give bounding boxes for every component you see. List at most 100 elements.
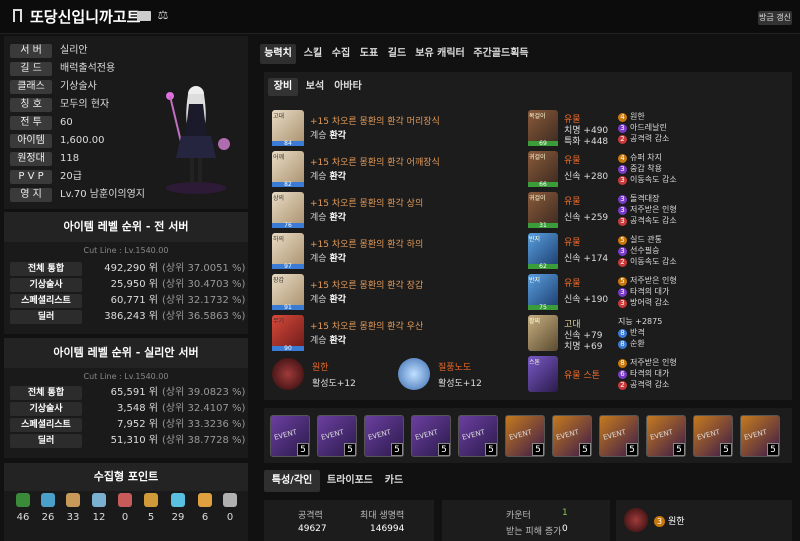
profile-value: 기상술사: [60, 81, 97, 92]
accessory-necklace[interactable]: 목걸이 69 유물 치명 +490 특화 +448 4 원한 3 아드레날린 2 공격력…: [528, 110, 788, 148]
rank-panel-all-servers: 아이템 레벨 순위 - 전 서버 Cut Line : Lv.1540.00 전…: [4, 212, 248, 334]
equipment-item-shoulder[interactable]: 어깨 82 +15 차오른 몽환의 환각 어깨장식 계승 환각: [272, 151, 532, 189]
collection-item[interactable]: 46: [12, 493, 34, 523]
tab-engravings[interactable]: 특성/각인: [264, 470, 320, 492]
gem-label: EVENT: [555, 428, 580, 442]
subtab-avatar[interactable]: 아바타: [332, 78, 364, 96]
item-tag: 귀걸이: [529, 154, 546, 161]
set-label: 계승: [310, 131, 327, 141]
tab-collection[interactable]: 수집: [328, 44, 354, 64]
quality-bar: 75: [528, 305, 558, 311]
refresh-button[interactable]: 방금 갱신: [758, 11, 792, 25]
rank-percent: (상위 38.7728 %): [162, 435, 246, 446]
gem-slot[interactable]: EVENT 5: [599, 415, 639, 457]
elixir-summary[interactable]: 원한 활성도+12: [272, 358, 392, 392]
collection-item[interactable]: 5: [140, 493, 162, 523]
profile-value: 모두의 현자: [60, 99, 110, 110]
collection-item[interactable]: 12: [88, 493, 110, 523]
grudge-engraving-icon: [624, 508, 648, 532]
engraving-entry[interactable]: 3 원한: [654, 514, 685, 527]
accessory-ring-2[interactable]: 반지 75 유물 신속 +190 5 저주받은 인형 3 타격의 대가 3 방어력 감소: [528, 274, 788, 312]
seed-icon: [16, 493, 30, 507]
collection-item[interactable]: 6: [194, 493, 216, 523]
collection-item[interactable]: 0: [219, 493, 241, 523]
collection-panel: 수집형 포인트 46 26 33 12 0 5 29 6 0: [4, 463, 248, 541]
rank-value: 65,591 위: [110, 387, 158, 398]
tab-characters[interactable]: 보유 캐릭터: [412, 44, 468, 64]
rank-cutline: Cut Line : Lv.1540.00: [83, 246, 169, 255]
engraving-name: 중갑 착용: [630, 164, 662, 173]
collection-item[interactable]: 29: [167, 493, 189, 523]
item-tag: 팔찌: [529, 318, 541, 325]
gem-slot[interactable]: EVENT 5: [270, 415, 310, 457]
rank-value: 51,310 위: [110, 435, 158, 446]
profile-value: 60: [60, 117, 73, 128]
equipment-item-chest[interactable]: 상의 76 +15 차오른 몽환의 환각 상의 계승 환각: [272, 192, 532, 230]
gem-slot[interactable]: EVENT 5: [646, 415, 686, 457]
collection-item[interactable]: 0: [114, 493, 136, 523]
set-label: 계승: [310, 213, 327, 223]
gem-level: 5: [673, 443, 685, 456]
tab-cards[interactable]: 카드: [380, 470, 408, 492]
profile-card-icon[interactable]: [137, 11, 151, 21]
equipment-item-weapon[interactable]: 무기 90 +15 차오른 몽환의 환각 우산 계승 환각: [272, 315, 532, 353]
gem-slot[interactable]: EVENT 5: [505, 415, 545, 457]
collection-title: 수집형 포인트: [4, 463, 248, 491]
engraving-name: 타격의 대가: [630, 369, 670, 378]
bookmark-icon[interactable]: [13, 9, 22, 22]
engraving-level: 3: [618, 165, 627, 174]
engraving-name: 순환: [630, 339, 645, 348]
engraving-level: 2: [618, 135, 627, 144]
damage-taken-label: 받는 피해 증가: [506, 527, 562, 537]
rank-label: 전체 통합: [10, 262, 82, 276]
engraving-name: 저주받은 인형: [630, 358, 677, 367]
engraving-name: 실드 관통: [630, 235, 662, 244]
tab-weekly-gold[interactable]: 주간골드획득: [470, 44, 532, 64]
rank-percent: (상위 32.4107 %): [162, 403, 246, 414]
subtab-equipment[interactable]: 장비: [268, 78, 298, 96]
gem-slot[interactable]: EVENT 5: [740, 415, 780, 457]
gem-label: EVENT: [273, 428, 298, 442]
engraving-name: 원한: [630, 112, 645, 121]
tab-tripods[interactable]: 트라이포드: [322, 470, 378, 492]
tab-chart[interactable]: 도표: [356, 44, 382, 64]
shoulder-icon: 어깨 82: [272, 151, 304, 188]
gem-slot[interactable]: EVENT 5: [411, 415, 451, 457]
world-tree-leaf-icon: [198, 493, 212, 507]
quality-bar: 90: [272, 346, 304, 352]
tab-skills[interactable]: 스킬: [300, 44, 326, 64]
collection-item[interactable]: 33: [62, 493, 84, 523]
equipment-item-gloves[interactable]: 장갑 91 +15 차오른 몽환의 환각 장갑 계승 환각: [272, 274, 532, 312]
tab-stats[interactable]: 능력치: [260, 44, 296, 64]
gem-slot[interactable]: EVENT 5: [317, 415, 357, 457]
accessory-earring-1[interactable]: 귀걸이 66 유물 신속 +280 4 슈퍼 차지 3 중갑 착용 3 이동속도 감소: [528, 151, 788, 189]
profile-row-expedition: 원정대 118: [10, 152, 79, 166]
quality-bar: 97: [272, 264, 304, 270]
accessory-earring-2[interactable]: 귀걸이 31 유물 신속 +259 3 돌격대장 3 저주받은 인형 3 공격속도 감소: [528, 192, 788, 230]
gem-slot[interactable]: EVENT 5: [552, 415, 592, 457]
accessory-ring-1[interactable]: 반지 62 유물 신속 +174 5 실드 관통 3 선수필승 2 이동속도 감소: [528, 233, 788, 271]
gem-slot[interactable]: EVENT 5: [364, 415, 404, 457]
profile-label: 아이템: [10, 134, 52, 148]
engraving-name: 공격력 감소: [630, 380, 670, 389]
rank-row: 전체 통합 65,591 위 (상위 39.0823 %): [10, 386, 246, 400]
engraving-name: 돌격대장: [630, 194, 660, 203]
tab-guild[interactable]: 길드: [384, 44, 410, 64]
collection-item[interactable]: 26: [37, 493, 59, 523]
equipment-item-pants[interactable]: 하의 97 +15 차오른 몽환의 환각 하의 계승 환각: [272, 233, 532, 271]
equipment-item-helmet[interactable]: 고대 84 +15 차오른 몽환의 환각 머리장식 계승 환각: [272, 110, 532, 148]
accessory-stone[interactable]: 스톤 유물 스톤 8 저주받은 인형 6 타격의 대가 2 공격력 감소: [528, 356, 788, 394]
gem-level: 5: [438, 443, 450, 456]
quality-bar: 91: [272, 305, 304, 311]
attack-value: 49627: [298, 524, 327, 534]
transcend-summary[interactable]: 질풍노도 활성도+12: [398, 358, 518, 392]
gem-slot[interactable]: EVENT 5: [693, 415, 733, 457]
gem-slot[interactable]: EVENT 5: [458, 415, 498, 457]
collection-count: 12: [92, 512, 106, 523]
scale-icon[interactable]: ⚖: [156, 8, 170, 22]
gem-level: 5: [626, 443, 638, 456]
engraving-level: 5: [618, 236, 627, 245]
subtab-gems[interactable]: 보석: [302, 78, 328, 96]
accessory-bracelet[interactable]: 팔찌 고대 신속 +79 치명 +69 지능 +2875 8 반격 8 순환: [528, 315, 788, 353]
set-label: 계승: [310, 254, 327, 264]
